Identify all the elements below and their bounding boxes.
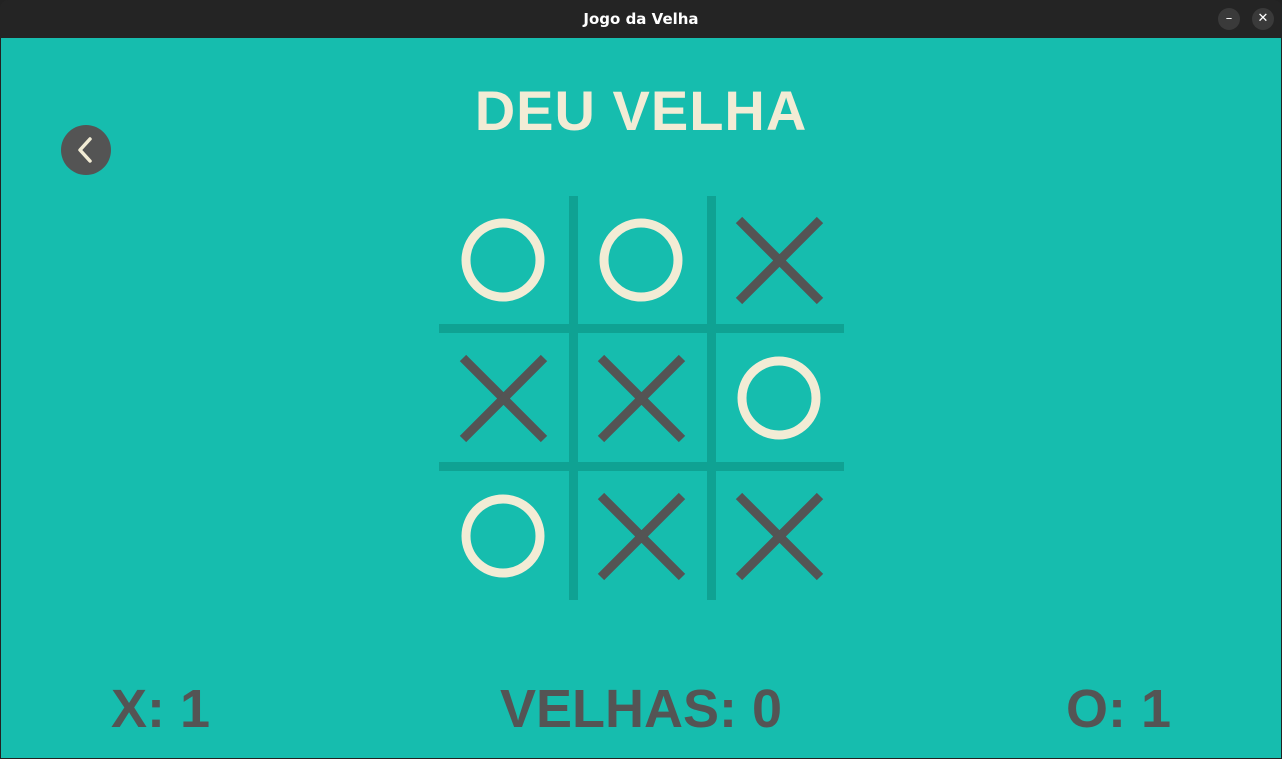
window-title: Jogo da Velha	[583, 10, 699, 28]
x-mark-icon	[735, 216, 824, 305]
game-screen: DEU VELHA X: 1 VELHAS: 0 O: 1	[1, 38, 1281, 758]
o-mark-icon	[461, 494, 545, 578]
board-cell[interactable]	[577, 472, 712, 607]
board-cell[interactable]	[715, 196, 850, 331]
board-cell[interactable]	[715, 472, 850, 607]
x-mark-icon	[597, 354, 686, 443]
board-cell[interactable]	[715, 334, 850, 469]
board-cell[interactable]	[439, 472, 574, 607]
result-title: DEU VELHA	[474, 79, 808, 142]
title-bar: Jogo da Velha – ✕	[0, 0, 1282, 38]
game-board	[439, 196, 844, 600]
o-mark-icon	[737, 356, 821, 440]
board-cell[interactable]	[439, 334, 574, 469]
close-button[interactable]: ✕	[1252, 8, 1274, 30]
x-mark-icon	[597, 492, 686, 581]
back-button[interactable]	[61, 125, 111, 175]
minimize-button[interactable]: –	[1218, 8, 1240, 30]
o-mark-icon	[461, 218, 545, 302]
board-cell[interactable]	[577, 334, 712, 469]
x-mark-icon	[459, 354, 548, 443]
chevron-left-icon	[78, 137, 92, 163]
board-cell[interactable]	[577, 196, 712, 331]
board-cell[interactable]	[439, 196, 574, 331]
o-mark-icon	[599, 218, 683, 302]
app-window: Jogo da Velha – ✕ DEU VELHA X: 1 VELHAS:…	[0, 0, 1282, 759]
x-mark-icon	[735, 492, 824, 581]
score-o: O: 1	[1065, 679, 1171, 739]
